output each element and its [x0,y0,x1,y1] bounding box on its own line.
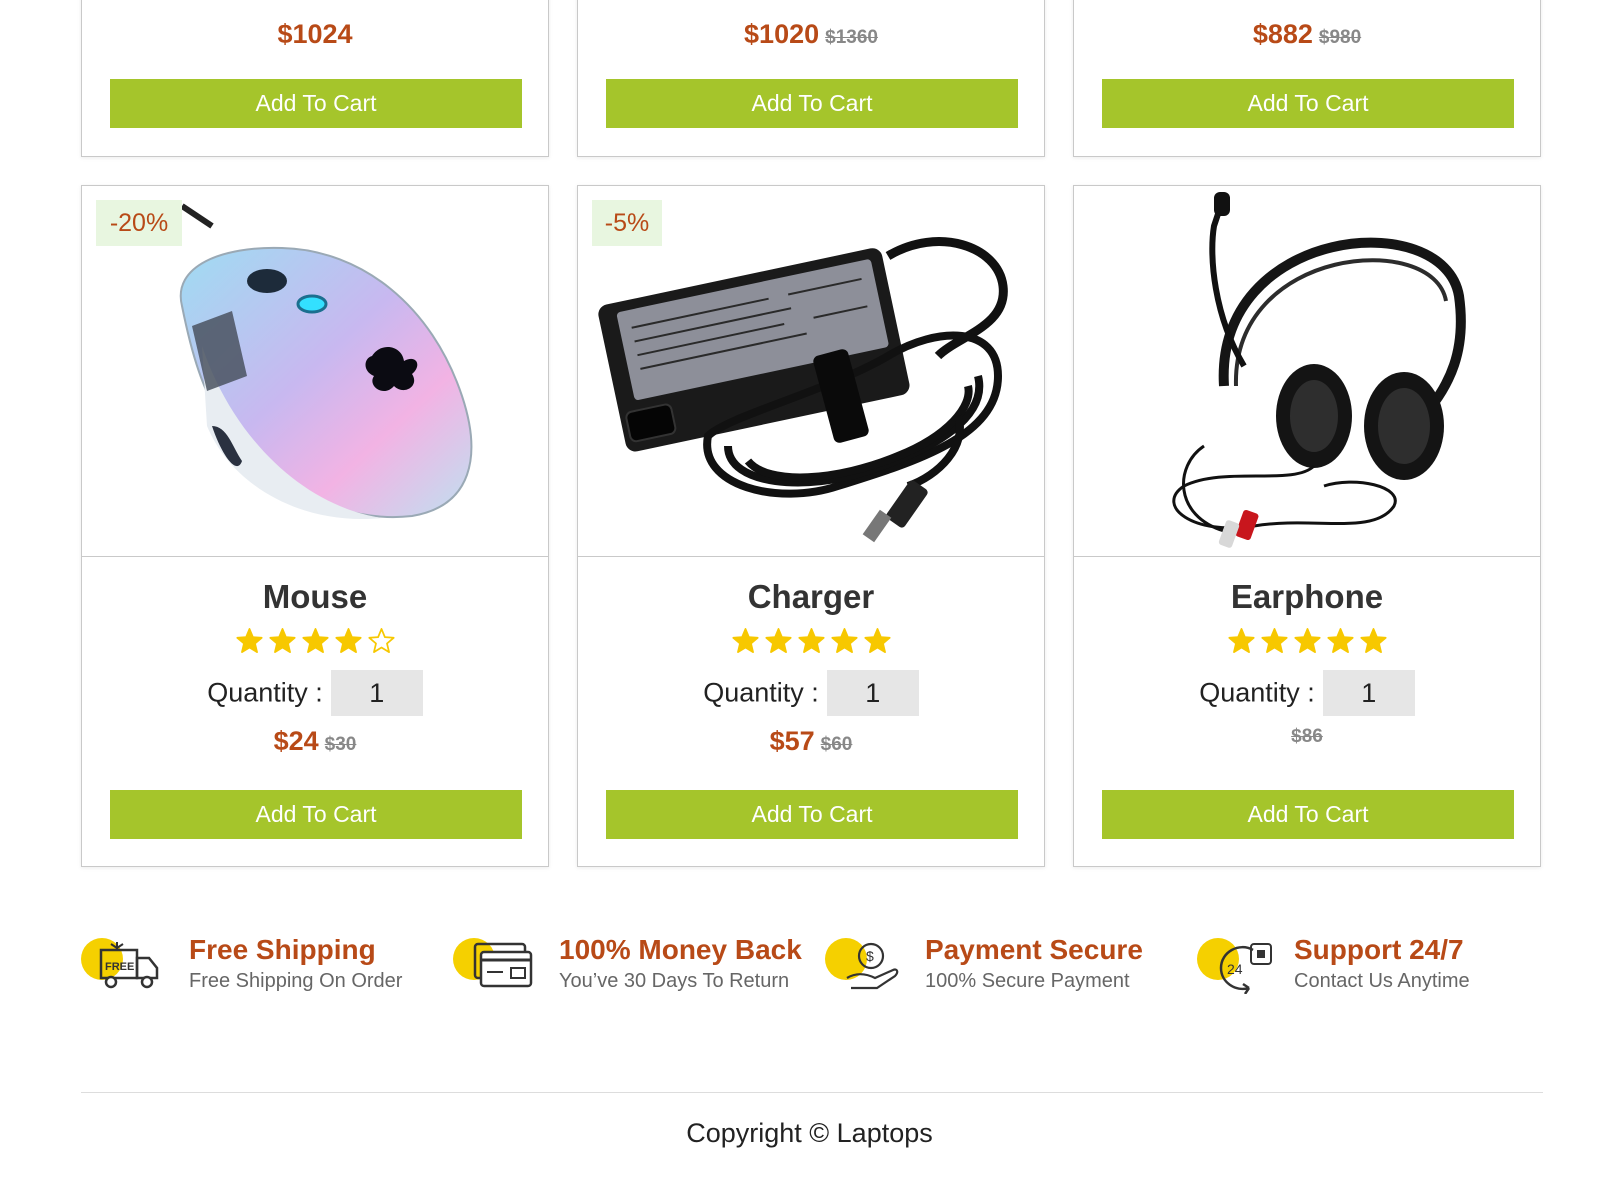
add-to-cart-button[interactable]: Add To Cart [606,79,1018,128]
copyright-text: Copyright © Laptops [686,1118,933,1148]
svg-text:$: $ [866,948,874,964]
quantity-input[interactable]: 1 [330,670,423,716]
star-filled-icon [1359,628,1387,653]
product-card: $1024 Add To Cart [81,0,549,157]
star-filled-icon [830,628,858,653]
price: $1020 [744,19,820,49]
star-filled-icon [1227,628,1255,653]
star-rating [578,626,1044,660]
money-back-card-icon [473,942,533,988]
feature-subtitle: 100% Secure Payment [925,970,1130,992]
feature-subtitle: You’ve 30 Days To Return [559,970,790,992]
product-card-charger: -5% Charger Quantity :1 $57 $60 Add To Ca… [577,185,1045,867]
price: $1024 [277,19,353,49]
old-price: $980 [1318,27,1362,48]
star-filled-icon [235,628,263,653]
star-filled-icon [764,628,792,653]
secure-payment-hand-icon: $ [846,942,899,990]
star-filled-icon [731,628,759,653]
price: $24 [273,726,319,756]
feature-free-shipping: FREE Free Shipping Free Shipping On Orde… [81,934,421,998]
feature-subtitle: Contact Us Anytime [1294,970,1470,992]
add-to-cart-button[interactable]: Add To Cart [1102,79,1514,128]
feature-payment-secure: $ Payment Secure 100% Secure Payment [825,934,1155,998]
quantity-input[interactable]: 1 [826,670,919,716]
quantity-row: Quantity :1 [1074,670,1540,716]
price-row: $86 [1074,726,1540,748]
old-price: $1360 [825,27,878,48]
add-to-cart-button[interactable]: Add To Cart [1102,790,1514,839]
product-image-area[interactable] [1074,186,1540,557]
footer-divider [81,1092,1543,1093]
star-filled-icon [797,628,825,653]
product-card-earphone: Earphone Quantity :1 $86 Add To Cart [1073,185,1541,867]
old-price: $86 [1291,726,1323,747]
product-name: Mouse [262,578,368,615]
add-to-cart-button[interactable]: Add To Cart [110,79,522,128]
discount-badge: -20% [96,200,182,246]
quantity-label: Quantity : [207,677,323,708]
product-card: $882 $980 Add To Cart [1073,0,1541,157]
feature-title: 100% Money Back [559,934,802,965]
star-filled-icon [863,628,891,653]
price-row: $57 $60 [578,726,1044,757]
quantity-row: Quantity :1 [82,670,548,716]
product-name: Charger [747,578,875,615]
quantity-label: Quantity : [1199,677,1315,708]
product-image-area[interactable]: -5% [578,186,1044,557]
star-rating [82,626,548,660]
star-empty-icon [367,628,395,653]
free-shipping-truck-icon: FREE [99,942,159,989]
quantity-input[interactable]: 1 [1322,670,1415,716]
price: $882 [1252,19,1313,49]
feature-support: 24 Support 24/7 Contact Us Anytime [1197,934,1527,998]
star-filled-icon [334,628,362,653]
feature-subtitle: Free Shipping On Order [189,970,403,992]
earphone-image[interactable] [1074,186,1540,556]
quantity-row: Quantity :1 [578,670,1044,716]
star-rating [1074,626,1540,660]
support-24-7-icon: 24 [1219,943,1272,994]
feature-money-back: 100% Money Back You’ve 30 Days To Return [453,934,802,998]
svg-text:24: 24 [1227,961,1243,977]
price-row: $1020 $1360 [578,19,1044,50]
svg-text:FREE: FREE [105,961,134,973]
star-filled-icon [1260,628,1288,653]
product-card-mouse: -20% Mouse Quantity :1 $24 $30 Add To Car… [81,185,549,867]
price-row: $1024 [82,19,548,50]
product-image-area[interactable]: -20% [82,186,548,557]
feature-title: Support 24/7 [1294,934,1464,965]
add-to-cart-button[interactable]: Add To Cart [606,790,1018,839]
product-card: $1020 $1360 Add To Cart [577,0,1045,157]
discount-badge: -5% [592,200,662,246]
price: $57 [769,726,815,756]
feature-title: Payment Secure [925,934,1143,965]
old-price: $60 [820,734,853,755]
old-price: $30 [324,734,357,755]
price-row: $882 $980 [1074,19,1540,50]
quantity-label: Quantity : [703,677,819,708]
add-to-cart-button[interactable]: Add To Cart [110,790,522,839]
star-filled-icon [268,628,296,653]
star-filled-icon [1326,628,1354,653]
feature-title: Free Shipping [189,934,376,965]
price-row: $24 $30 [82,726,548,757]
star-filled-icon [1293,628,1321,653]
star-filled-icon [301,628,329,653]
product-name: Earphone [1230,578,1384,615]
